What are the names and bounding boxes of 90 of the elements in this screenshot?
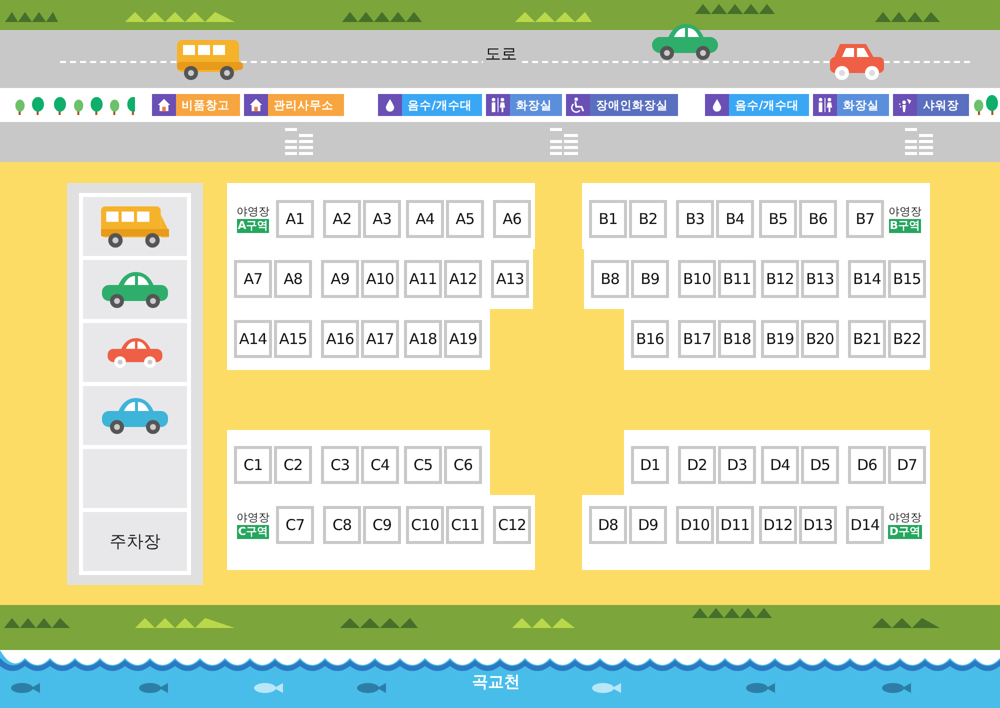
- zone-caption: 야영장: [888, 511, 922, 525]
- campsite-plot[interactable]: D6: [848, 446, 886, 484]
- bus-drawing: [99, 204, 171, 250]
- campsite-plot[interactable]: B12: [761, 260, 799, 298]
- campsite-plot[interactable]: D1: [631, 446, 669, 484]
- campsite-plot[interactable]: B1: [589, 200, 627, 238]
- campsite-plot[interactable]: A19: [444, 320, 482, 358]
- campsite-plot[interactable]: D7: [888, 446, 926, 484]
- campsite-plot[interactable]: A17: [361, 320, 399, 358]
- campsite-plot[interactable]: A7: [234, 260, 272, 298]
- campsite-plot[interactable]: A12: [444, 260, 482, 298]
- campsite-plot[interactable]: C7: [276, 506, 314, 544]
- campsite-plot[interactable]: C6: [444, 446, 482, 484]
- campsite-plot[interactable]: B22: [888, 320, 926, 358]
- campsite-plot[interactable]: B5: [759, 200, 797, 238]
- campsite-plot[interactable]: C2: [274, 446, 312, 484]
- campsite-plot[interactable]: A3: [363, 200, 401, 238]
- campsite-plot[interactable]: D14: [846, 506, 884, 544]
- campsite-plot[interactable]: A5: [446, 200, 484, 238]
- campsite-plot[interactable]: B16: [631, 320, 669, 358]
- crosswalk-marking: [905, 127, 933, 157]
- house-icon: [156, 98, 171, 112]
- campsite-plot[interactable]: D5: [801, 446, 839, 484]
- campsite-plot[interactable]: A4: [406, 200, 444, 238]
- wheelchair-icon: [570, 97, 586, 113]
- campsite-plot[interactable]: D8: [589, 506, 627, 544]
- campsite-plot[interactable]: A13: [491, 260, 529, 298]
- campsite-plot[interactable]: D10: [676, 506, 714, 544]
- campsite-plot[interactable]: A16: [321, 320, 359, 358]
- campsite-plot[interactable]: D4: [761, 446, 799, 484]
- campsite-plot[interactable]: D3: [718, 446, 756, 484]
- river-label: 곡교천: [472, 672, 520, 693]
- campsite-plot[interactable]: D13: [799, 506, 837, 544]
- campsite-plot[interactable]: B13: [801, 260, 839, 298]
- campsite-plot[interactable]: C9: [363, 506, 401, 544]
- restroom-icon: [816, 97, 834, 113]
- campsite-plot[interactable]: B6: [799, 200, 837, 238]
- campsite-plot[interactable]: A6: [493, 200, 531, 238]
- campsite-plot[interactable]: B2: [629, 200, 667, 238]
- parking-label: 주차장: [83, 512, 187, 571]
- house-icon: [248, 98, 263, 112]
- campsite-plot[interactable]: B4: [716, 200, 754, 238]
- zone-tag: C구역: [236, 525, 270, 539]
- campsite-plot[interactable]: A11: [404, 260, 442, 298]
- campsite-plot[interactable]: B7: [846, 200, 884, 238]
- campsite-plot[interactable]: C8: [323, 506, 361, 544]
- campsite-plot[interactable]: A2: [323, 200, 361, 238]
- campsite-plot[interactable]: B11: [718, 260, 756, 298]
- campsite-plot[interactable]: C1: [234, 446, 272, 484]
- campsite-plot[interactable]: C12: [493, 506, 531, 544]
- campsite-plot[interactable]: D2: [678, 446, 716, 484]
- campsite-plot[interactable]: B18: [718, 320, 756, 358]
- campsite-plot[interactable]: B10: [678, 260, 716, 298]
- campsite-plot[interactable]: B15: [888, 260, 926, 298]
- shower-icon: [897, 97, 914, 113]
- campsite-plot[interactable]: C11: [446, 506, 484, 544]
- campsite-plot[interactable]: B17: [678, 320, 716, 358]
- campsite-plot[interactable]: C4: [361, 446, 399, 484]
- crosswalk-marking: [550, 127, 578, 157]
- water-drop-icon: [384, 98, 395, 112]
- campsite-plot[interactable]: B14: [848, 260, 886, 298]
- campsite-plot[interactable]: A14: [234, 320, 272, 358]
- campsite-plot[interactable]: C5: [404, 446, 442, 484]
- campsite-plot[interactable]: B3: [676, 200, 714, 238]
- campsite-plot[interactable]: C3: [321, 446, 359, 484]
- campsite-plot[interactable]: B20: [801, 320, 839, 358]
- campsite-plot[interactable]: D9: [629, 506, 667, 544]
- campsite-plot[interactable]: A10: [361, 260, 399, 298]
- car-drawing: [100, 396, 170, 436]
- zone-tag: B구역: [888, 219, 922, 233]
- zone-tag: A구역: [236, 219, 270, 233]
- campsite-plot[interactable]: D11: [716, 506, 754, 544]
- campsite-plot[interactable]: A18: [404, 320, 442, 358]
- campsite-plot[interactable]: A15: [274, 320, 312, 358]
- campsite-plot[interactable]: B9: [631, 260, 669, 298]
- campsite-plot[interactable]: A8: [274, 260, 312, 298]
- campsite-plot[interactable]: C10: [406, 506, 444, 544]
- campsite-plot[interactable]: B21: [848, 320, 886, 358]
- zone-caption: 야영장: [236, 511, 270, 525]
- crosswalk-marking: [285, 127, 313, 157]
- campsite-plot[interactable]: B8: [591, 260, 629, 298]
- campsite-plot[interactable]: D12: [759, 506, 797, 544]
- water-drop-icon: [712, 98, 722, 112]
- campsite-plot[interactable]: A1: [276, 200, 314, 238]
- zone-caption: 야영장: [888, 205, 922, 219]
- campsite-plot[interactable]: B19: [761, 320, 799, 358]
- car-drawing: [100, 270, 170, 310]
- zone-tag: D구역: [888, 525, 922, 539]
- zone-caption: 야영장: [236, 205, 270, 219]
- campsite-plot[interactable]: A9: [321, 260, 359, 298]
